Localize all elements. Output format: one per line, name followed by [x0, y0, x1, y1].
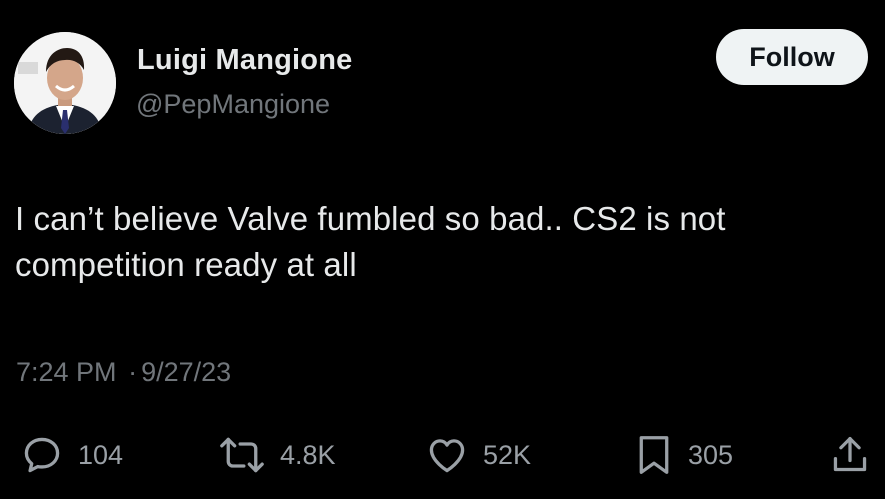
like-button[interactable]: 52K — [425, 430, 531, 480]
share-icon — [830, 433, 870, 477]
follow-button[interactable]: Follow — [716, 29, 868, 85]
reply-icon — [20, 433, 64, 477]
like-count: 52K — [483, 439, 532, 470]
retweet-count: 4.8K — [280, 439, 336, 470]
retweet-icon — [218, 433, 266, 477]
avatar[interactable] — [14, 32, 116, 134]
action-bar: 104 4.8K 52K 305 — [0, 430, 885, 480]
bookmark-icon — [634, 433, 674, 477]
tweet-time: 7:24 PM — [16, 357, 117, 387]
share-button[interactable] — [830, 430, 870, 480]
timestamp-separator: · — [128, 357, 138, 387]
tweet-timestamp[interactable]: 7:24 PM · 9/27/23 — [16, 357, 231, 388]
bookmark-count: 305 — [688, 439, 734, 470]
reply-button[interactable]: 104 — [20, 430, 123, 480]
display-name[interactable]: Luigi Mangione — [137, 44, 352, 77]
like-icon — [425, 433, 469, 477]
tweet-text: I can’t believe Valve fumbled so bad.. C… — [15, 200, 726, 283]
user-handle[interactable]: @PepMangione — [136, 89, 330, 120]
tweet-date: 9/27/23 — [141, 357, 232, 387]
reply-count: 104 — [78, 439, 124, 470]
retweet-button[interactable]: 4.8K — [218, 430, 336, 480]
avatar-image — [14, 32, 116, 134]
bookmark-button[interactable]: 305 — [634, 430, 733, 480]
tweet-card: Luigi Mangione @PepMangione Follow I can… — [0, 0, 885, 499]
